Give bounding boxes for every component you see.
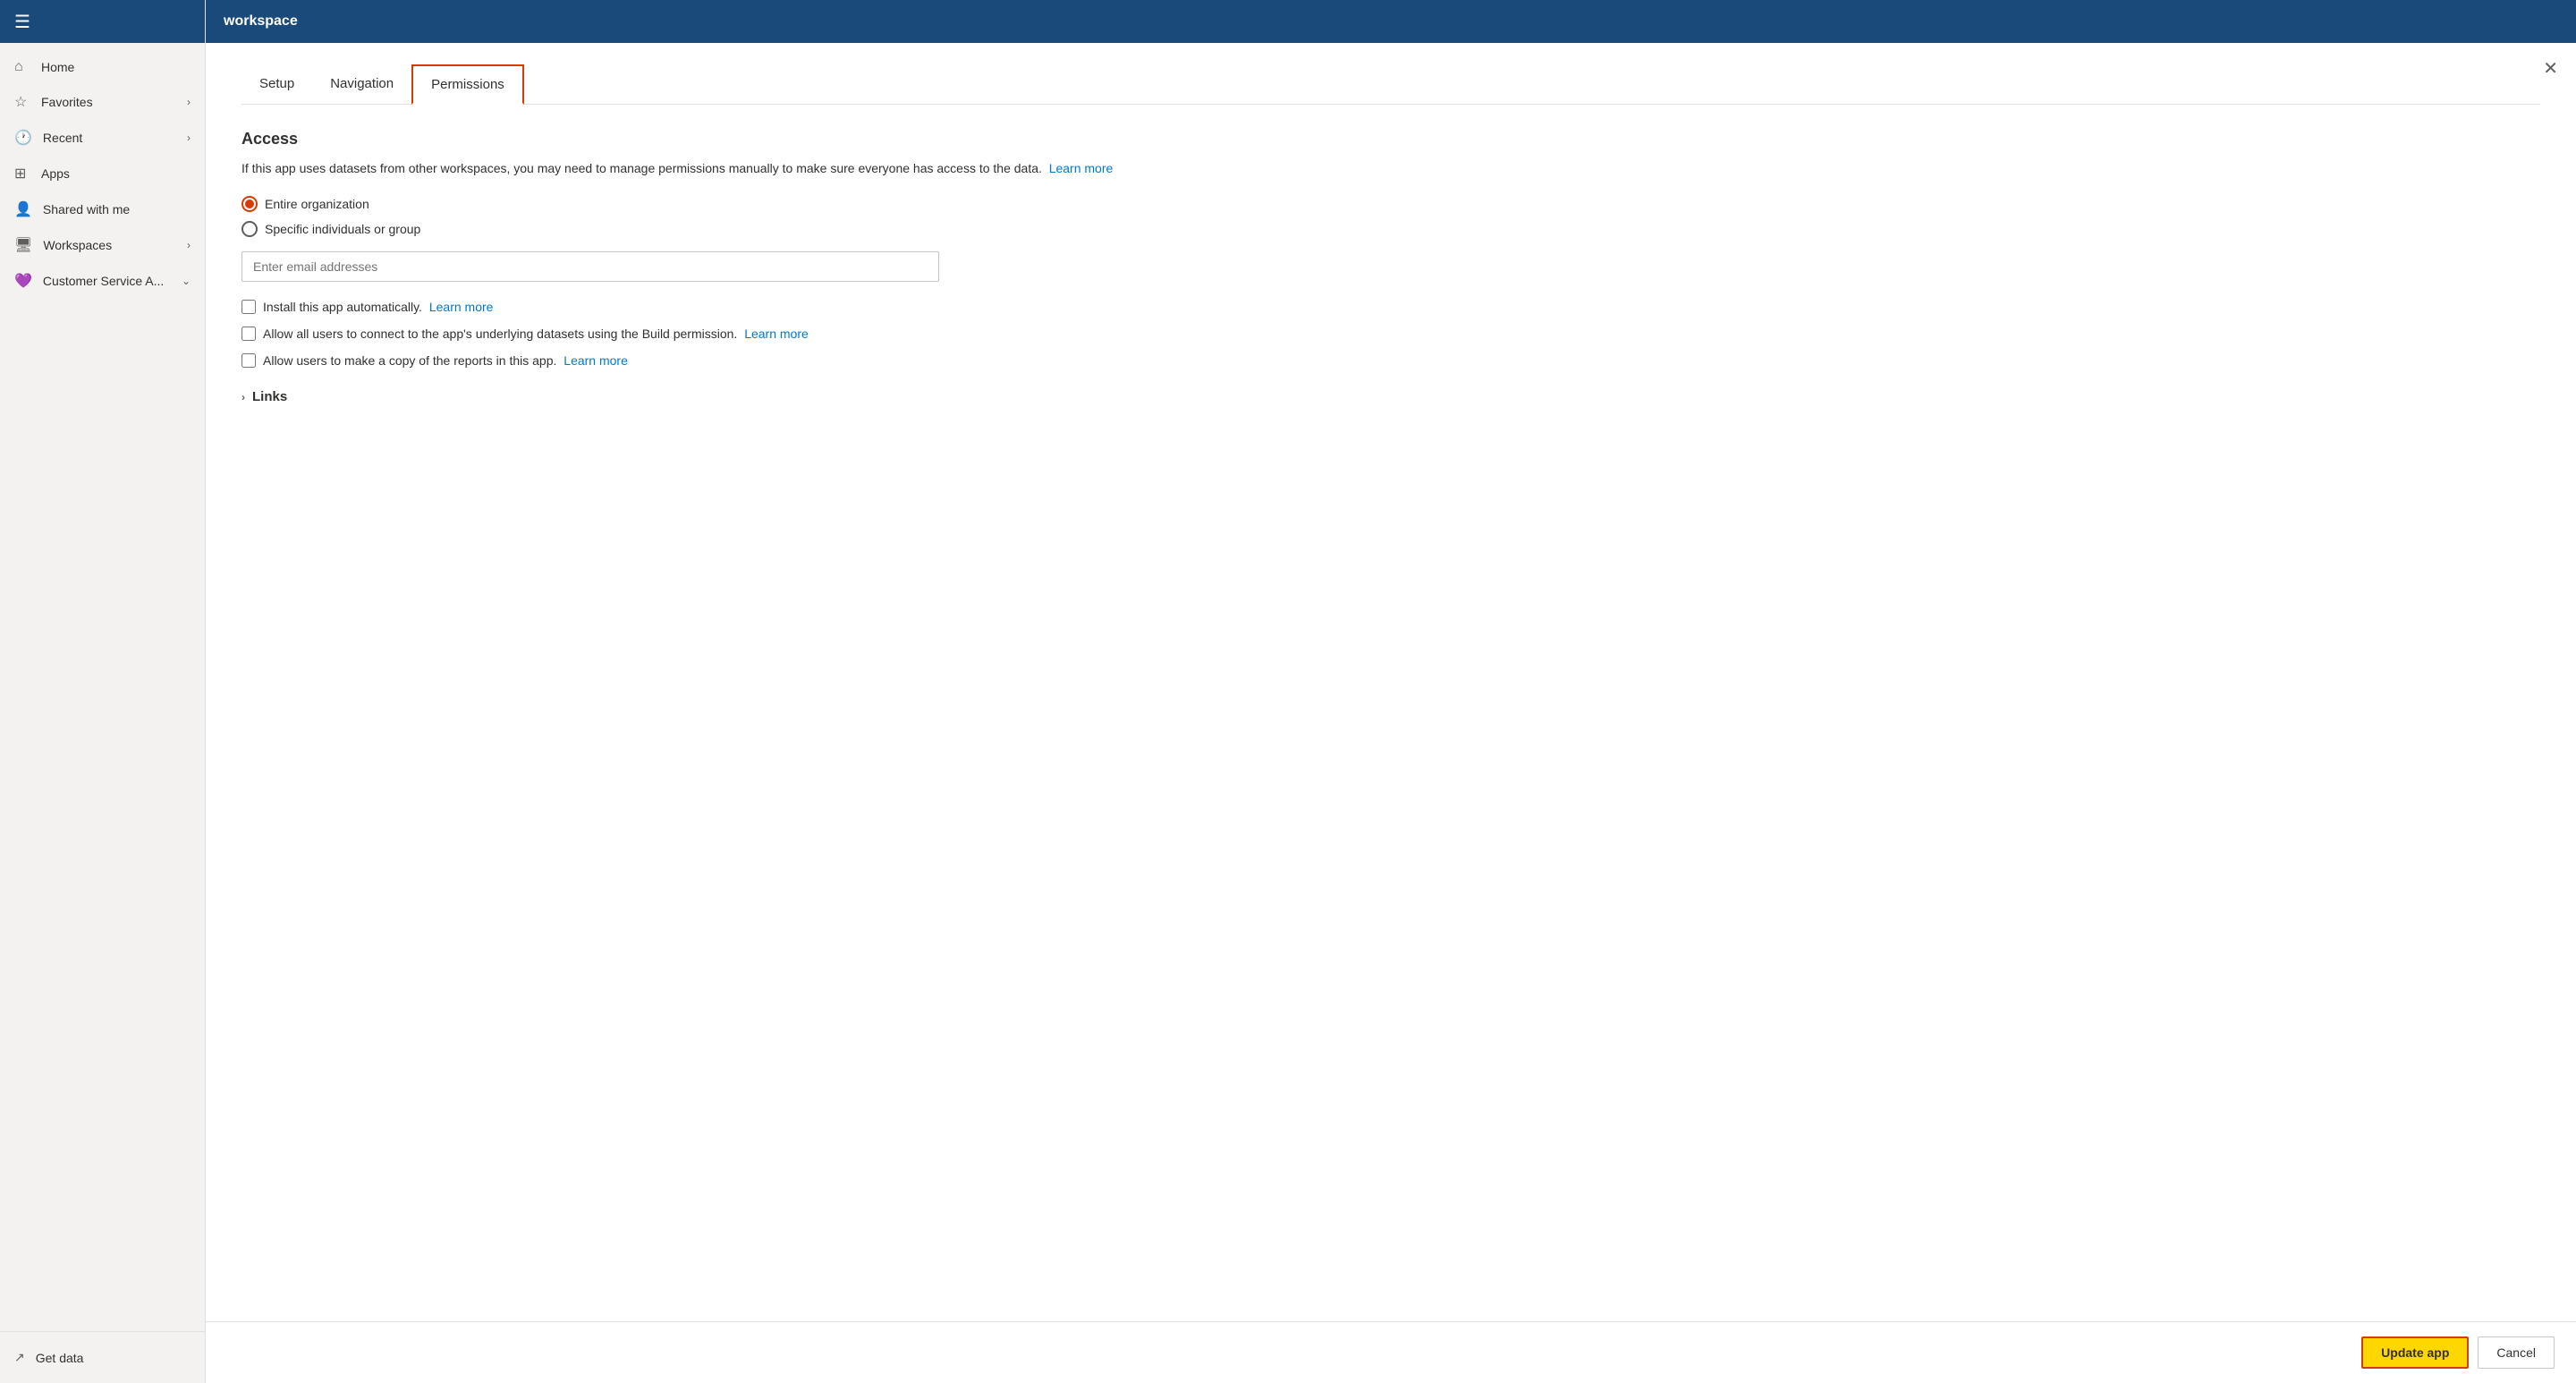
checkbox-allow-build: Allow all users to connect to the app's …: [242, 327, 2540, 341]
sidebar-item-favorites[interactable]: ☆ Favorites ›: [0, 84, 205, 120]
checkbox-install-auto-input[interactable]: [242, 300, 256, 314]
sidebar-item-shared[interactable]: 👤 Shared with me: [0, 191, 205, 227]
get-data-icon: ↗: [14, 1350, 25, 1365]
access-description: If this app uses datasets from other wor…: [242, 159, 2540, 178]
sidebar-item-label: Home: [41, 60, 191, 74]
sidebar-item-apps[interactable]: ⊞ Apps: [0, 156, 205, 191]
checkbox-allow-copy-input[interactable]: [242, 353, 256, 368]
checkbox-allow-build-input[interactable]: [242, 327, 256, 341]
sidebar-item-label: Shared with me: [43, 202, 191, 216]
sidebar-item-home[interactable]: ⌂ Home: [0, 50, 205, 84]
sidebar-item-recent[interactable]: 🕐 Recent ›: [0, 120, 205, 156]
chevron-right-icon: ›: [242, 391, 245, 403]
sidebar-item-label: Customer Service A...: [43, 274, 171, 288]
sidebar-item-label: Apps: [41, 166, 191, 181]
apps-icon: ⊞: [14, 165, 30, 182]
tab-bar: Setup Navigation Permissions: [242, 64, 2540, 105]
hamburger-icon[interactable]: ☰: [14, 11, 30, 33]
checkbox-install-auto: Install this app automatically. Learn mo…: [242, 300, 2540, 314]
sidebar-navigation: ⌂ Home ☆ Favorites › 🕐 Recent › ⊞ Apps 👤…: [0, 43, 205, 1331]
radio-outer-selected: [242, 196, 258, 212]
radio-outer-empty: [242, 221, 258, 237]
chevron-down-icon: ⌄: [182, 275, 191, 287]
learn-more-link-copy[interactable]: Learn more: [564, 353, 628, 368]
update-app-button[interactable]: Update app: [2361, 1336, 2469, 1369]
content-area: ✕ Setup Navigation Permissions Access If…: [206, 43, 2576, 1383]
radio-entire-org[interactable]: Entire organization: [242, 196, 2540, 212]
sidebar-header: ☰: [0, 0, 205, 43]
sidebar-item-label: Workspaces: [43, 238, 176, 252]
recent-icon: 🕐: [14, 129, 32, 147]
radio-specific[interactable]: Specific individuals or group: [242, 221, 2540, 237]
shared-icon: 👤: [14, 200, 32, 218]
access-title: Access: [242, 130, 2540, 148]
checkbox-allow-copy-label[interactable]: Allow users to make a copy of the report…: [263, 353, 628, 368]
workspaces-icon: 🖥: [14, 236, 32, 254]
learn-more-link-1[interactable]: Learn more: [1049, 161, 1114, 175]
chevron-right-icon: ›: [187, 239, 191, 251]
links-label: Links: [252, 389, 287, 404]
topbar: workspace: [206, 0, 2576, 43]
workspace-icon: 💜: [14, 272, 32, 290]
chevron-right-icon: ›: [187, 96, 191, 108]
sidebar-footer: ↗ Get data: [0, 1331, 205, 1383]
checkbox-install-auto-label[interactable]: Install this app automatically. Learn mo…: [263, 300, 493, 314]
action-bar: Update app Cancel: [206, 1321, 2576, 1383]
learn-more-link-build[interactable]: Learn more: [744, 327, 809, 341]
close-button[interactable]: ✕: [2543, 57, 2558, 80]
radio-label-specific: Specific individuals or group: [265, 222, 420, 236]
checkbox-group: Install this app automatically. Learn mo…: [242, 300, 2540, 368]
sidebar-item-customer[interactable]: 💜 Customer Service A... ⌄: [0, 263, 205, 299]
audience-radio-group: Entire organization Specific individuals…: [242, 196, 2540, 237]
sidebar-item-label: Favorites: [41, 95, 176, 109]
tab-setup[interactable]: Setup: [242, 64, 312, 105]
sidebar-item-workspaces[interactable]: 🖥 Workspaces ›: [0, 227, 205, 263]
radio-label-entire-org: Entire organization: [265, 197, 369, 211]
main-content: workspace ✕ Setup Navigation Permissions…: [206, 0, 2576, 1383]
get-data-label: Get data: [36, 1351, 84, 1365]
topbar-title: workspace: [224, 13, 298, 30]
email-addresses-input[interactable]: [242, 251, 939, 282]
sidebar-item-label: Recent: [43, 131, 176, 145]
cancel-button[interactable]: Cancel: [2478, 1336, 2555, 1369]
radio-inner: [245, 199, 254, 208]
chevron-right-icon: ›: [187, 132, 191, 144]
sidebar: ☰ ⌂ Home ☆ Favorites › 🕐 Recent › ⊞ Apps…: [0, 0, 206, 1383]
favorites-icon: ☆: [14, 93, 30, 111]
permissions-panel: ✕ Setup Navigation Permissions Access If…: [206, 43, 2576, 476]
get-data-item[interactable]: ↗ Get data: [14, 1343, 191, 1372]
tab-navigation[interactable]: Navigation: [312, 64, 411, 105]
tab-permissions[interactable]: Permissions: [411, 64, 524, 105]
home-icon: ⌂: [14, 59, 30, 75]
links-section[interactable]: › Links: [242, 389, 2540, 404]
checkbox-allow-copy: Allow users to make a copy of the report…: [242, 353, 2540, 368]
checkbox-allow-build-label[interactable]: Allow all users to connect to the app's …: [263, 327, 809, 341]
learn-more-link-install[interactable]: Learn more: [429, 300, 494, 314]
